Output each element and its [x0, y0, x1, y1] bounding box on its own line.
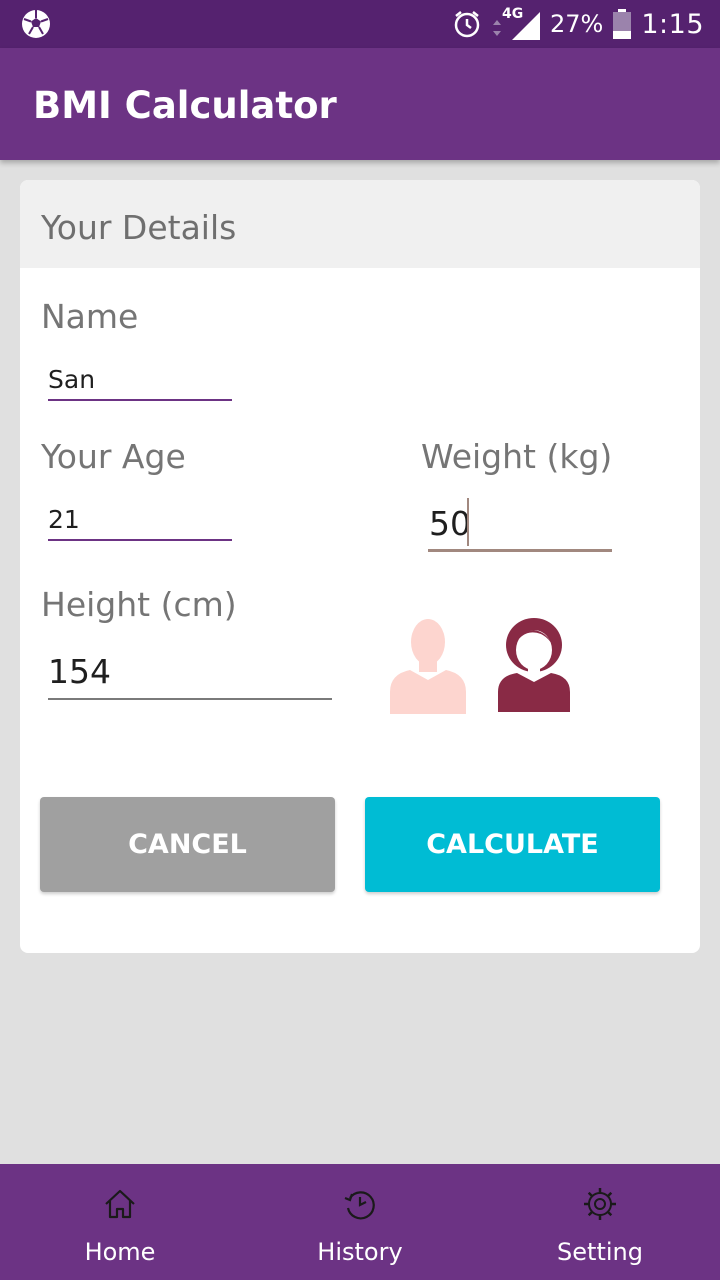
nav-label-home: Home — [84, 1238, 156, 1266]
age-label: Your Age — [41, 437, 186, 476]
gear-icon — [584, 1188, 616, 1220]
male-icon[interactable] — [388, 618, 468, 714]
bottom-nav: Home History Setting — [0, 1164, 720, 1280]
signal-icon — [512, 12, 541, 40]
data-arrows-icon — [493, 20, 502, 36]
female-icon[interactable] — [497, 618, 571, 712]
weight-underline — [428, 549, 612, 552]
height-underline — [48, 698, 332, 700]
height-label: Height (cm) — [41, 585, 237, 624]
history-icon — [344, 1191, 375, 1220]
calculate-button[interactable]: CALCULATE — [365, 797, 660, 892]
battery-percent: 27% — [550, 10, 604, 38]
home-icon — [105, 1189, 135, 1219]
status-right: 4G 27% 1:15 — [452, 0, 704, 48]
name-input[interactable] — [48, 362, 232, 396]
clock: 1:15 — [641, 8, 704, 40]
cancel-button[interactable]: CANCEL — [40, 797, 335, 892]
nav-label-history: History — [317, 1238, 403, 1266]
app-bar: BMI Calculator — [0, 48, 720, 160]
signal-indicator: 4G — [492, 6, 541, 42]
nav-label-setting: Setting — [557, 1238, 643, 1266]
age-input[interactable] — [48, 502, 232, 536]
alarm-icon — [454, 11, 480, 38]
nav-item-history[interactable]: History — [240, 1164, 480, 1280]
screen: 4G 27% 1:15 BMI Calculator Your Details — [0, 0, 720, 1280]
status-bar: 4G 27% 1:15 — [0, 0, 720, 48]
nav-item-setting[interactable]: Setting — [480, 1164, 720, 1280]
name-label: Name — [41, 297, 139, 336]
name-underline — [48, 399, 232, 401]
weight-label: Weight (kg) — [421, 437, 613, 476]
details-card: Your Details Name Your Age Weight (kg) H… — [20, 180, 700, 953]
soccer-ball-icon — [22, 10, 50, 38]
weight-input[interactable] — [429, 502, 613, 544]
card-header: Your Details — [20, 180, 700, 268]
height-input[interactable] — [48, 650, 332, 692]
battery-icon — [613, 9, 632, 39]
card-header-title: Your Details — [41, 208, 237, 247]
nav-item-home[interactable]: Home — [0, 1164, 240, 1280]
app-title: BMI Calculator — [33, 84, 337, 127]
text-cursor — [467, 498, 469, 546]
age-underline — [48, 539, 232, 541]
